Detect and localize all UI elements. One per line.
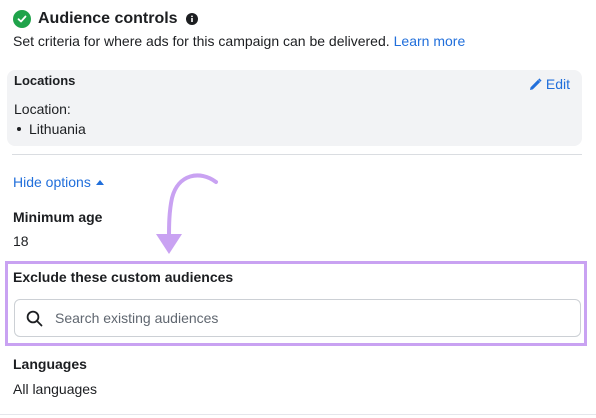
edit-label: Edit — [545, 76, 570, 92]
minimum-age-label: Minimum age — [13, 209, 103, 225]
arrow-annotation-icon — [156, 173, 218, 254]
minimum-age-value: 18 — [13, 233, 29, 249]
bullet-icon — [17, 127, 21, 131]
edit-locations-button[interactable]: Edit — [529, 76, 570, 92]
search-icon — [26, 310, 43, 327]
section-title: Audience controls — [38, 10, 178, 27]
audience-search-field[interactable] — [14, 299, 581, 337]
audience-search-input[interactable] — [53, 309, 557, 327]
section-subtitle: Set criteria for where ads for this camp… — [13, 33, 465, 49]
hide-options-toggle[interactable]: Hide options — [13, 174, 104, 190]
audience-controls-panel: Audience controls Set criteria for where… — [0, 0, 596, 418]
info-icon[interactable] — [185, 13, 198, 25]
caret-up-icon — [95, 179, 104, 185]
exclude-audiences-label: Exclude these custom audiences — [13, 269, 234, 285]
hide-options-label: Hide options — [13, 174, 91, 190]
bottom-divider — [0, 414, 596, 415]
location-label: Location: — [14, 101, 71, 117]
locations-card: Locations Edit Location: Lithuania — [7, 70, 582, 146]
locations-heading: Locations — [14, 73, 76, 88]
location-item: Lithuania — [14, 121, 86, 137]
languages-label: Languages — [13, 356, 87, 372]
location-item-text: Lithuania — [29, 121, 86, 137]
languages-value: All languages — [13, 381, 98, 397]
section-header: Audience controls — [13, 10, 198, 28]
learn-more-link[interactable]: Learn more — [394, 33, 466, 49]
pencil-icon — [529, 77, 542, 90]
check-circle-icon — [13, 10, 31, 28]
subtitle-text: Set criteria for where ads for this camp… — [13, 33, 390, 49]
divider — [12, 154, 582, 155]
